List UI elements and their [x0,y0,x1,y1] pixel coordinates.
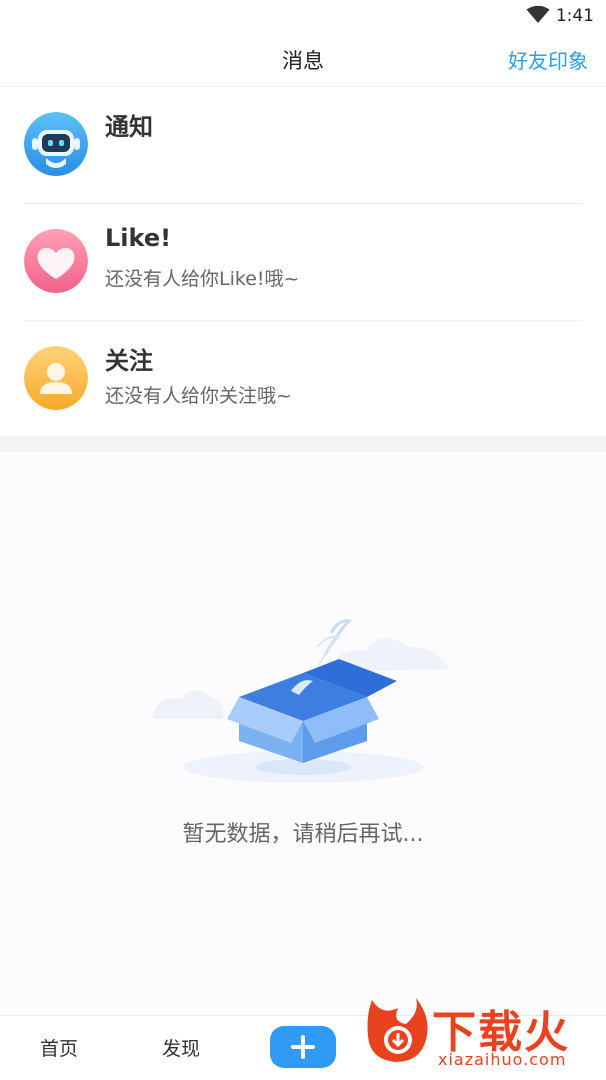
empty-box-icon [153,619,449,783]
empty-state: 暂无数据，请稍后再试... [0,452,606,1016]
watermark: 下载火 xiazaihuo.com [362,994,602,1074]
message-list: 通知 Like! 还没有人给你Like!哦~ 关注 还没有人给你关注哦~ [0,87,606,437]
message-item-follow[interactable]: 关注 还没有人给你关注哦~ [24,321,582,437]
wifi-icon [526,6,550,23]
message-title: 通知 [105,113,153,141]
status-time: 1:41 [555,6,594,26]
message-subtitle: 还没有人给你关注哦~ [105,385,292,407]
message-item-notice[interactable]: 通知 [24,87,582,204]
header: 消息 好友印象 [0,32,606,87]
message-item-like[interactable]: Like! 还没有人给你Like!哦~ [24,204,582,321]
friend-impression-button[interactable]: 好友印象 [508,45,588,74]
message-subtitle: 还没有人给你Like!哦~ [105,268,300,290]
empty-state-text: 暂无数据，请稍后再试... [182,822,424,847]
heart-avatar-icon [24,229,88,293]
plus-icon [291,1035,315,1059]
user-avatar-icon [24,346,88,410]
watermark-logo-icon [367,998,428,1062]
bottom-tab-bar: 首页 发现 下载火 xiazaihuo.com [0,998,606,1080]
watermark-url: xiazaihuo.com [438,1050,567,1069]
section-divider [0,436,606,452]
message-title: 关注 [105,347,153,375]
message-title: Like! [105,224,172,252]
robot-avatar-icon [24,112,88,176]
tab-discover[interactable]: 发现 [162,1034,200,1061]
tab-home[interactable]: 首页 [40,1034,78,1061]
add-button[interactable] [270,1026,336,1068]
status-bar: 1:41 [0,0,606,32]
